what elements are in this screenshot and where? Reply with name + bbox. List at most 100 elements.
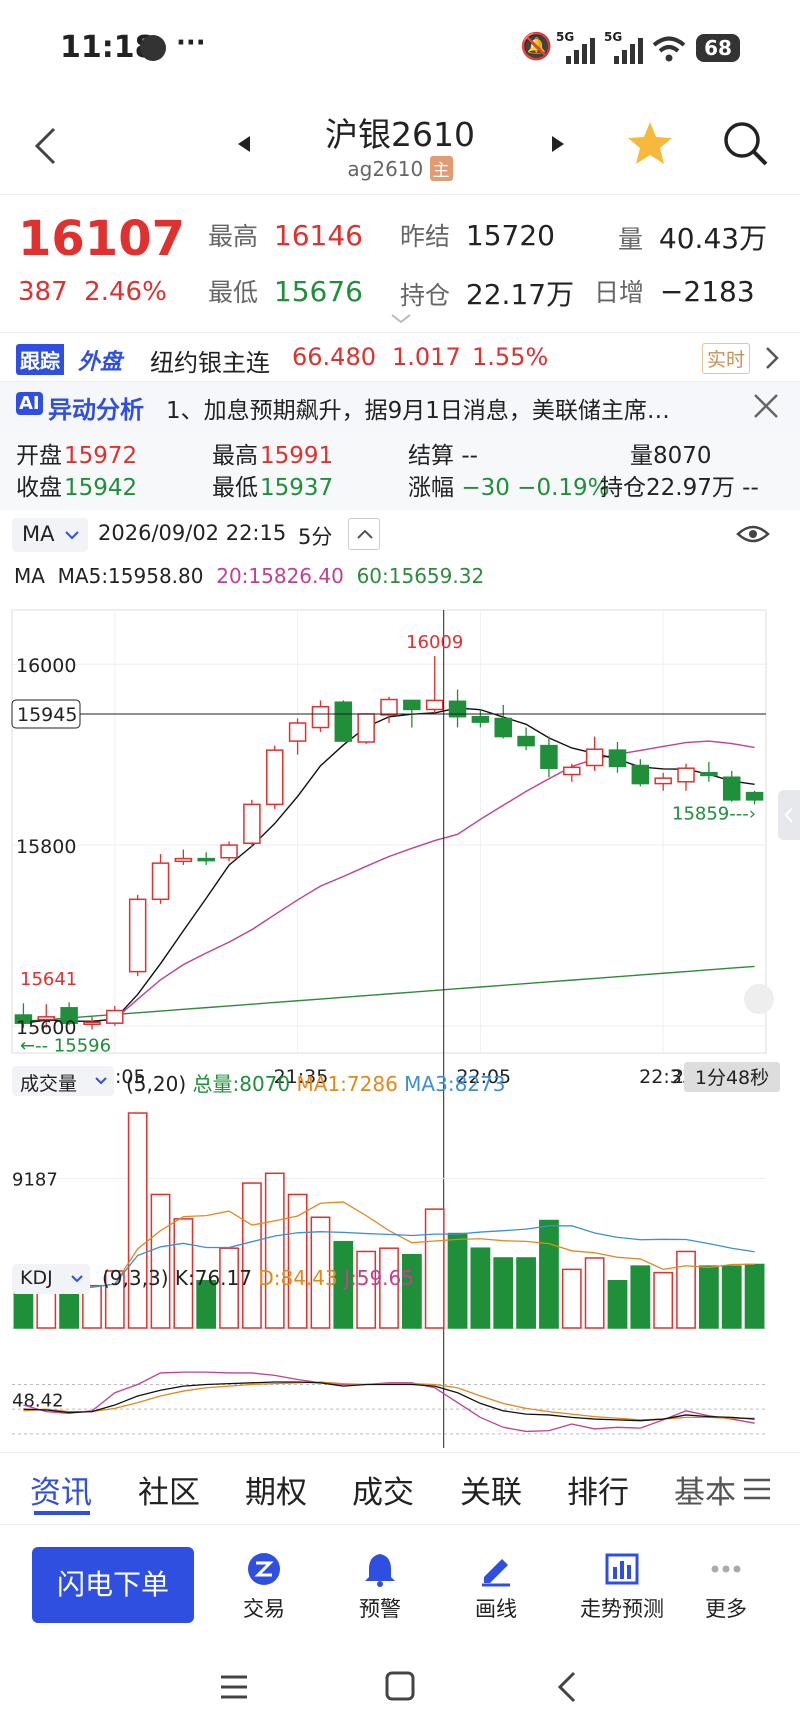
tab-news[interactable]: 资讯 xyxy=(30,1467,92,1512)
price-change: 387 2.46% xyxy=(18,277,167,307)
volume-bar-down xyxy=(59,1288,80,1329)
last-price-marker: 15859---› xyxy=(672,804,756,825)
chevron-left-icon xyxy=(784,807,793,823)
volume-bar-down xyxy=(630,1265,651,1329)
volume-ma1: MA1:7286 xyxy=(296,1072,398,1096)
title-bar: 沪银2610 ag2610 主 xyxy=(0,100,800,195)
fullscreen-icon[interactable] xyxy=(744,984,774,1014)
chart-area[interactable]: MA 2026/09/02 22:15 5分 MA MA5:15958.80 2… xyxy=(0,510,800,1450)
more-label: 更多 xyxy=(705,1597,747,1621)
candle-down xyxy=(745,791,764,801)
volume-row: 量 40.43万 xyxy=(618,217,767,257)
chevron-down-icon xyxy=(95,1077,107,1085)
kdj-d: D:84.43 xyxy=(258,1266,338,1290)
forecast-label: 走势预测 xyxy=(580,1597,664,1621)
daily-inc-value: −2183 xyxy=(659,275,755,308)
settle-label: 结算 xyxy=(408,443,454,469)
volume-legend: (5,20) 总量:8070 MA1:7286 MA3:8273 xyxy=(126,1068,505,1097)
prev-contract-icon[interactable] xyxy=(236,134,252,154)
ai-analysis-row[interactable]: AI 异动分析 1、加息预期飙升，据9月1日消息，美联储主席… xyxy=(0,382,800,430)
volume-indicator-select[interactable]: 成交量 xyxy=(12,1066,114,1096)
favorite-star-icon[interactable] xyxy=(626,120,674,166)
tab-community[interactable]: 社区 xyxy=(138,1467,200,1512)
volume-bar-up xyxy=(127,1112,148,1329)
candle-up xyxy=(106,1009,124,1024)
side-drawer-handle[interactable] xyxy=(778,790,800,840)
chart-period[interactable]: 5分 xyxy=(298,521,332,551)
kdj-k: K:76.17 xyxy=(174,1266,252,1290)
ma5-line xyxy=(23,707,755,1024)
chg-label: 涨幅 xyxy=(408,475,454,501)
eye-icon[interactable] xyxy=(736,522,770,546)
draw-button[interactable]: 画线 xyxy=(446,1551,546,1623)
forecast-button[interactable]: 走势预测 xyxy=(562,1551,682,1623)
candle-up xyxy=(563,766,581,776)
ai-title: 异动分析 xyxy=(48,396,144,424)
search-icon[interactable] xyxy=(722,120,770,168)
candle-low-label: 最低 xyxy=(212,475,258,501)
next-contract-icon[interactable] xyxy=(550,134,566,154)
kdj-j: J:59.65 xyxy=(344,1266,414,1290)
external-market-row[interactable]: 跟踪 外盘 纽约银主连 66.480 1.017 1.55% 实时 xyxy=(0,332,800,382)
external-price: 66.480 xyxy=(292,343,376,371)
kdj-indicator-select[interactable]: KDJ xyxy=(12,1264,90,1294)
tab-trades[interactable]: 成交 xyxy=(352,1467,414,1512)
price-axis-label: 16000 xyxy=(16,655,76,677)
alert-button[interactable]: 预警 xyxy=(330,1551,430,1623)
oi-value: 22.17万 xyxy=(465,278,575,311)
close-icon[interactable] xyxy=(752,392,780,420)
candle-down xyxy=(517,735,535,747)
collapse-button[interactable] xyxy=(348,518,380,550)
ma-legend: MA MA5:15958.80 20:15826.40 60:15659.32 xyxy=(14,564,484,588)
chart-datetime: 2026/09/02 22:15 xyxy=(98,521,287,545)
kdj-axis-label: 48.42 xyxy=(12,1390,64,1411)
quick-order-button[interactable]: 闪电下单 xyxy=(32,1547,194,1623)
indicator-select[interactable]: MA xyxy=(12,518,88,552)
low-value: 15676 xyxy=(273,275,363,308)
tab-options[interactable]: 期权 xyxy=(245,1467,307,1512)
trade-button[interactable]: 交易 xyxy=(214,1551,314,1623)
volume-bar-down xyxy=(493,1257,514,1329)
volume-bar-down xyxy=(447,1232,468,1329)
app-notification-icon xyxy=(140,35,166,61)
candle-down xyxy=(197,857,215,862)
track-tag: 跟踪 xyxy=(16,344,64,375)
kline-chart[interactable]: 160001580015600159451600915641←-- 155961… xyxy=(0,598,800,1448)
candle-down xyxy=(631,764,650,785)
candle-oi-change: -- xyxy=(742,475,759,501)
pencil-icon xyxy=(482,1559,510,1587)
menu-icon[interactable] xyxy=(742,1477,772,1501)
tab-ranking[interactable]: 排行 xyxy=(567,1467,629,1512)
chevron-down-icon xyxy=(65,531,79,540)
external-tag: 外盘 xyxy=(78,350,123,375)
tab-related[interactable]: 关联 xyxy=(460,1467,522,1512)
oi-label: 持仓 xyxy=(400,281,451,310)
back-icon[interactable] xyxy=(32,126,58,166)
external-pct: 1.55% xyxy=(472,343,549,371)
content-tabs: 资讯 社区 期权 成交 关联 排行 基本 xyxy=(0,1452,800,1524)
volume-axis-label: 9187 xyxy=(12,1169,58,1190)
daily-inc-row: 日增 −2183 xyxy=(594,273,755,309)
volume-bar-up xyxy=(653,1271,674,1329)
more-button[interactable]: 更多 xyxy=(676,1551,776,1623)
kdj-params: (9,3,3) xyxy=(102,1266,169,1290)
nav-back-icon[interactable] xyxy=(556,1670,578,1704)
prev-settle-label: 昨结 xyxy=(400,222,451,251)
candle-down xyxy=(471,715,490,723)
volume-bar-down xyxy=(539,1219,559,1329)
volume-bar-up xyxy=(676,1250,696,1329)
realtime-badge: 实时 xyxy=(702,343,751,374)
close-label: 收盘 xyxy=(16,475,62,501)
chg-row: 涨幅 −30 −0.19% xyxy=(408,468,610,502)
trade-icon xyxy=(248,1553,280,1585)
candle-up xyxy=(288,722,307,742)
candle-up xyxy=(425,699,444,711)
recent-apps-icon[interactable] xyxy=(218,1672,250,1702)
change-value: 387 xyxy=(18,277,68,307)
oi-row: 持仓 22.17万 xyxy=(400,273,574,313)
chevron-right-icon xyxy=(766,347,779,369)
tab-fundamentals[interactable]: 基本 xyxy=(674,1467,736,1512)
expand-chevron-icon[interactable] xyxy=(390,313,412,325)
home-icon[interactable] xyxy=(384,1670,416,1702)
time-axis-label: 2 xyxy=(672,1066,684,1088)
